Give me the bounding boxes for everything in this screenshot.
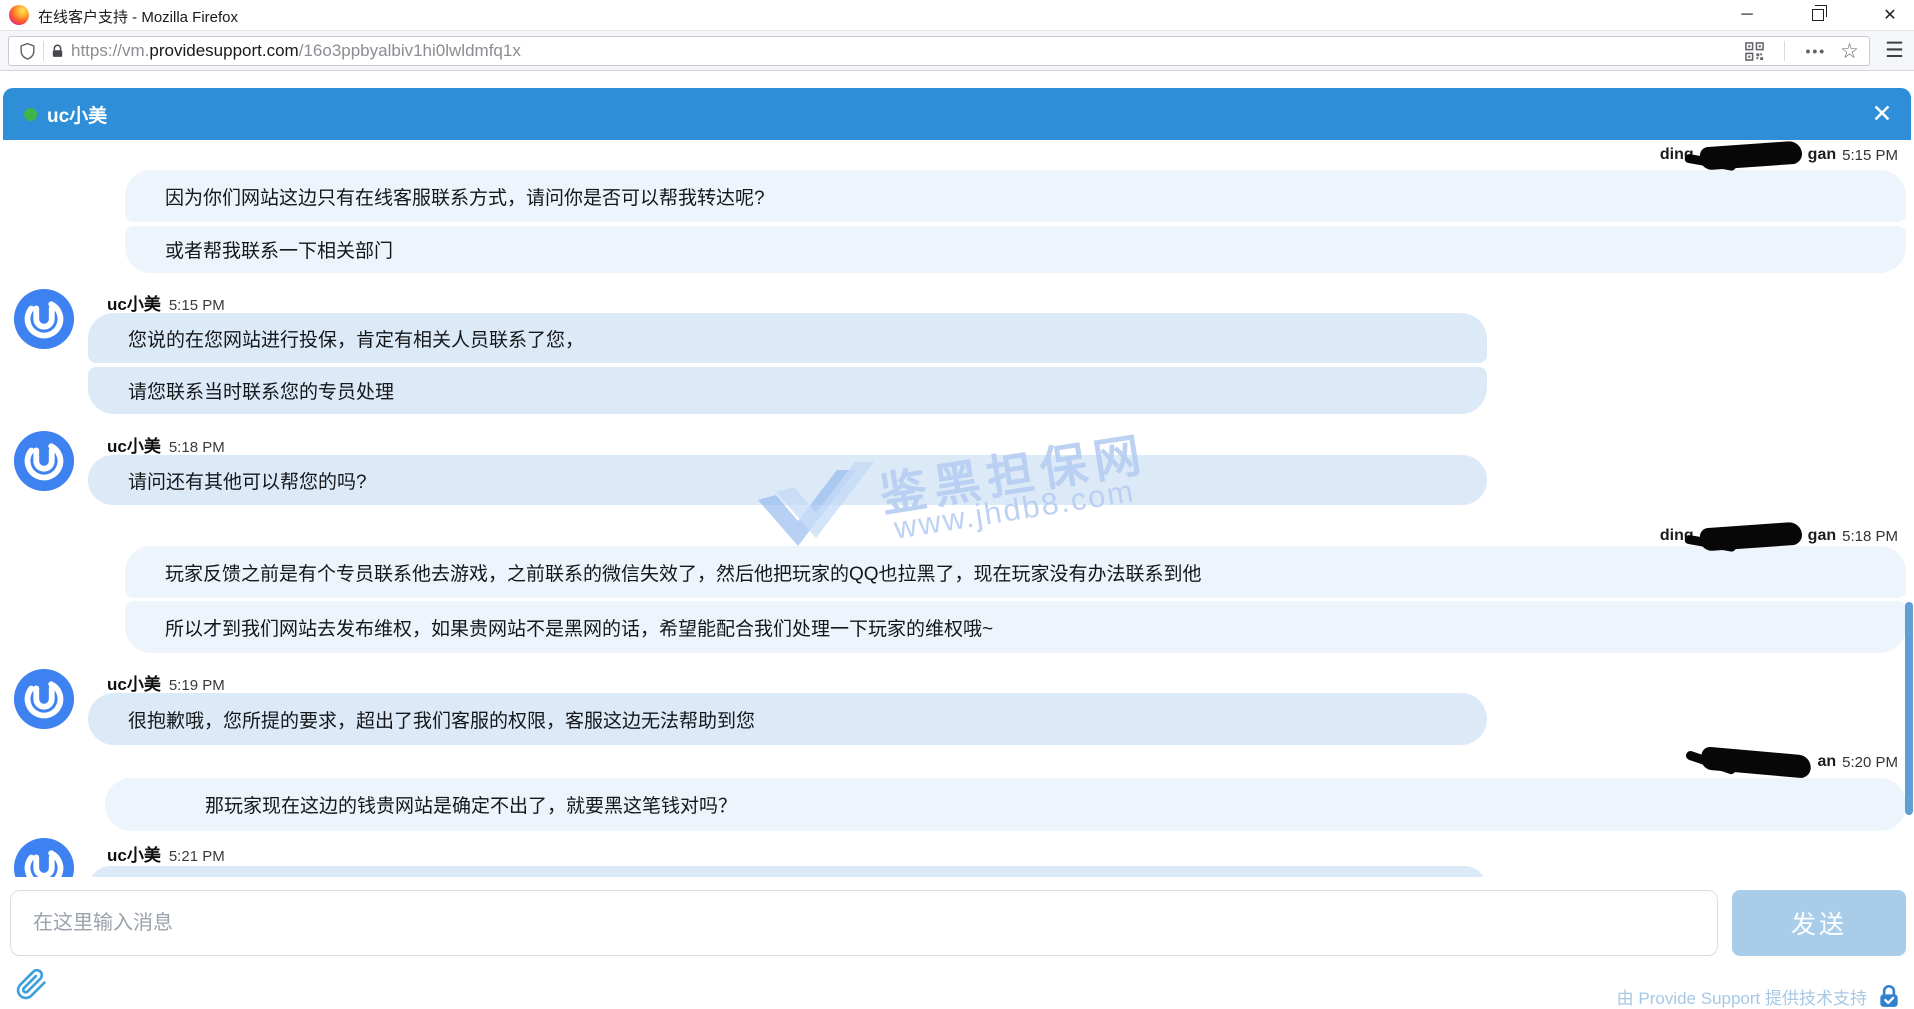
chat-agent-title: uc小美 [47,101,107,128]
message-time: 5:15 PM [1842,147,1898,164]
message-time: 5:19 PM [169,677,225,694]
message-bubble [88,866,1487,877]
message-time: 5:20 PM [1842,754,1898,771]
powered-by-row: 由 Provide Support 提供技术支持 [1617,982,1902,1009]
agent-name-row: uc小美 5:18 PM [107,432,225,454]
restore-icon [1812,9,1824,21]
urlbar-divider [1784,41,1785,61]
message-time: 5:21 PM [169,848,225,865]
secure-lock-icon [1876,982,1902,1009]
url-text: https://vm.providesupport.com/16o3ppbyal… [71,41,521,61]
message-bubble: 或者帮我联系一下相关部门 [125,226,1906,273]
attachment-paperclip-icon[interactable] [14,966,48,1002]
agent-name: uc小美 [107,846,161,865]
agent-name-row: uc小美 5:15 PM [107,290,225,312]
window-title: 在线客户支持 - Mozilla Firefox [38,6,238,27]
visitor-name-fragment: an [1817,753,1836,771]
message-text: 玩家反馈之前是有个专员联系他去游戏，之前联系的微信失效了，然后他把玩家的QQ也拉… [165,559,1202,586]
online-status-dot [24,108,37,121]
message-bubble: 您说的在您网站进行投保，肯定有相关人员联系了您， [88,313,1487,363]
message-bubble: 请问还有其他可以帮您的吗? [88,455,1487,505]
visitor-meta: ding gan 5:15 PM [1660,143,1898,167]
message-text: 那玩家现在这边的钱贵网站是确定不出了，就要黑这笔钱对吗？ [205,791,737,818]
lock-icon[interactable] [50,43,65,60]
tracking-shield-icon[interactable] [18,42,37,61]
message-text: 请您联系当时联系您的专员处理 [128,377,394,404]
agent-avatar [13,288,75,350]
agent-name: uc小美 [107,675,161,694]
url-path: /16o3ppbyalbiv1hi0lwldmfq1x [299,41,521,60]
visitor-name-fragment: gan [1808,146,1836,164]
redaction-scribble [1699,140,1802,170]
message-text: 因为你们网站这边只有在线客服联系方式，请问你是否可以帮我转达呢? [165,183,765,210]
firefox-logo-icon [9,5,29,25]
menu-hamburger-icon[interactable]: ☰ [1885,38,1904,63]
visitor-meta: ding gan 5:18 PM [1660,524,1898,548]
message-bubble: 因为你们网站这边只有在线客服联系方式，请问你是否可以帮我转达呢? [125,170,1906,222]
bookmark-star-icon[interactable]: ☆ [1840,39,1859,64]
window-titlebar: 在线客户支持 - Mozilla Firefox ─ ✕ [0,0,1914,30]
page-actions-icon[interactable]: ••• [1805,43,1826,59]
minimize-button[interactable]: ─ [1727,0,1767,30]
message-text: 很抱歉哦，您所提的要求，超出了我们客服的权限，客服这边无法帮助到您 [128,706,755,733]
message-input[interactable] [10,890,1718,956]
powered-by-link[interactable]: 由 Provide Support 提供技术支持 [1617,984,1867,1009]
message-bubble: 所以才到我们网站去发布维权，如果贵网站不是黑网的话，希望能配合我们处理一下玩家的… [125,601,1906,653]
agent-name: uc小美 [107,437,161,456]
message-bubble: 玩家反馈之前是有个专员联系他去游戏，之前联系的微信失效了，然后他把玩家的QQ也拉… [125,546,1906,598]
firefox-window: 在线客户支持 - Mozilla Firefox ─ ✕ https://vm.… [0,0,1914,1009]
agent-avatar [13,837,75,877]
close-window-button[interactable]: ✕ [1870,0,1910,30]
visitor-name-fragment: gan [1808,527,1836,545]
message-bubble: 请您联系当时联系您的专员处理 [88,367,1487,414]
chat-message-area: ding gan 5:15 PM 因为你们网站这边只有在线客服联系方式，请问你是… [0,140,1914,877]
chat-close-button[interactable]: ✕ [1867,99,1897,129]
url-domain: providesupport.com [149,41,298,60]
message-text: 您说的在您网站进行投保，肯定有相关人员联系了您， [128,325,584,352]
qr-code-icon[interactable] [1745,42,1764,61]
redaction-scribble [1699,521,1802,551]
message-text: 请问还有其他可以帮您的吗? [128,467,367,494]
agent-name-row: uc小美 5:19 PM [107,670,225,692]
agent-name-row: uc小美 5:21 PM [107,841,225,863]
redaction-scribble [1701,746,1813,778]
url-scheme: https://vm. [71,41,149,60]
message-bubble: 很抱歉哦，您所提的要求，超出了我们客服的权限，客服这边无法帮助到您 [88,693,1487,745]
message-time: 5:15 PM [169,297,225,314]
agent-avatar [13,668,75,730]
message-time: 5:18 PM [169,439,225,456]
message-text: 所以才到我们网站去发布维权，如果贵网站不是黑网的话，希望能配合我们处理一下玩家的… [165,614,993,641]
scrollbar-thumb[interactable] [1905,602,1913,815]
restore-button[interactable] [1798,0,1838,30]
send-button[interactable]: 发送 [1732,890,1906,956]
agent-name: uc小美 [107,295,161,314]
chat-header: uc小美 ✕ [3,88,1911,140]
url-bar[interactable]: https://vm.providesupport.com/16o3ppbyal… [8,36,1870,66]
message-bubble: 那玩家现在这边的钱贵网站是确定不出了，就要黑这笔钱对吗？ [105,778,1906,831]
browser-toolbar: https://vm.providesupport.com/16o3ppbyal… [0,30,1914,71]
message-time: 5:18 PM [1842,528,1898,545]
agent-avatar [13,430,75,492]
visitor-meta: an 5:20 PM [1695,750,1898,774]
message-text: 或者帮我联系一下相关部门 [165,236,393,263]
urlbar-divider [43,41,44,61]
